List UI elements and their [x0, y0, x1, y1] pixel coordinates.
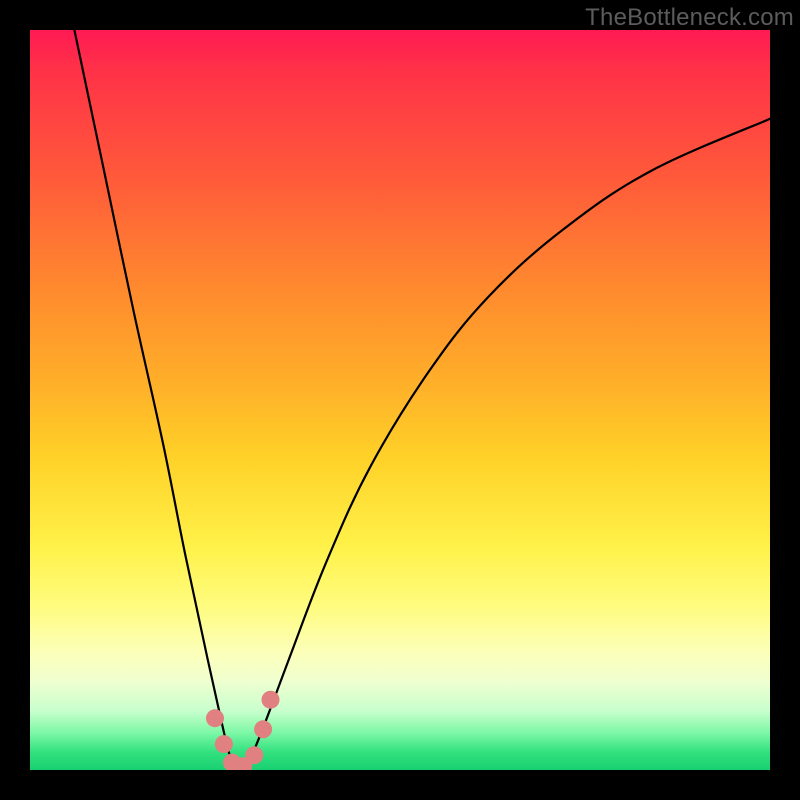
- curve-marker: [215, 735, 233, 753]
- chart-frame: TheBottleneck.com: [0, 0, 800, 800]
- curve-marker: [254, 720, 272, 738]
- plot-area: [30, 30, 770, 770]
- watermark-text: TheBottleneck.com: [585, 4, 794, 32]
- curve-marker: [262, 691, 280, 709]
- curve-svg: [30, 30, 770, 770]
- bottleneck-curve: [74, 30, 770, 770]
- curve-marker: [245, 746, 263, 764]
- curve-marker: [206, 709, 224, 727]
